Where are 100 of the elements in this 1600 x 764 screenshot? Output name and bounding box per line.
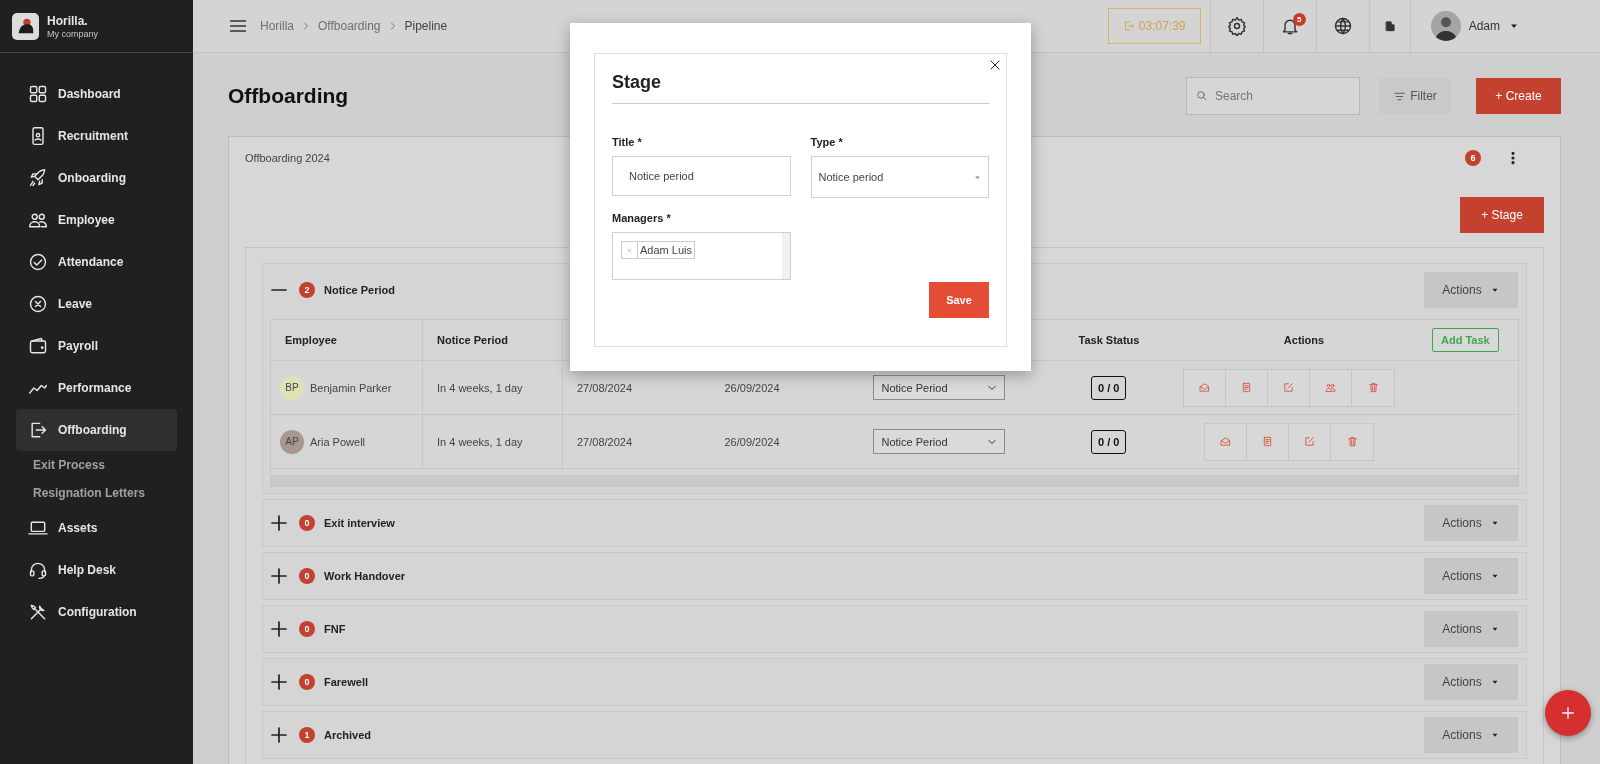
table-cell: 26/09/2024 xyxy=(710,414,859,469)
exit-icon xyxy=(1122,20,1135,32)
modal-title: Stage xyxy=(612,68,989,104)
avatar: BP xyxy=(280,375,304,400)
add-button[interactable] xyxy=(1545,690,1591,736)
tag-label: Adam Luis xyxy=(639,243,693,258)
plus-icon xyxy=(271,568,287,584)
plus-icon xyxy=(271,515,287,531)
edit-icon xyxy=(1283,382,1294,393)
user-menu[interactable]: Adam xyxy=(1409,0,1600,52)
stage-name: FNF xyxy=(324,623,347,635)
avatar: AP xyxy=(280,429,304,454)
sidebar-item[interactable]: Onboarding xyxy=(16,157,177,199)
envelope-icon xyxy=(1220,436,1231,447)
stage-select[interactable]: Notice Period xyxy=(872,375,1005,400)
stage-name: Archived xyxy=(324,729,373,741)
sidebar-item[interactable]: Payroll xyxy=(16,325,177,367)
count-badge: 2 xyxy=(299,281,315,298)
save-button[interactable]: Save xyxy=(929,282,989,318)
count-badge: 1 xyxy=(299,727,315,743)
globe-icon xyxy=(1332,16,1353,36)
filter-button[interactable]: Filter xyxy=(1379,78,1451,114)
company-name: My company xyxy=(47,28,99,39)
count-badge: 6 xyxy=(1465,150,1481,166)
table-cell: In 4 weeks, 1 day xyxy=(422,414,563,469)
toggle-button[interactable] xyxy=(271,727,287,743)
tools-icon xyxy=(28,602,48,622)
task-status: 0 / 0 xyxy=(1091,429,1127,454)
wallet-icon xyxy=(28,336,48,356)
plus-icon xyxy=(271,621,287,637)
trash-icon xyxy=(1346,436,1358,447)
count-badge: 0 xyxy=(299,674,315,690)
column-header: Notice Period xyxy=(422,320,563,361)
plus-icon xyxy=(271,674,287,690)
stage-select[interactable]: Notice Period xyxy=(872,429,1005,454)
field-label: Type * xyxy=(810,136,844,148)
close-button[interactable] xyxy=(988,58,1002,72)
close-icon xyxy=(988,58,1002,72)
sidebar-item[interactable]: Performance xyxy=(16,367,177,409)
column-header: Employee xyxy=(271,320,423,361)
sidebar-item[interactable]: Employee xyxy=(16,199,177,241)
exit-icon xyxy=(28,420,48,440)
brand-name: Horilla. xyxy=(47,13,89,28)
sidebar-item[interactable]: Leave xyxy=(16,283,177,325)
document-icon xyxy=(1241,382,1252,393)
plus-icon xyxy=(271,727,287,743)
managers-field[interactable]: Adam Luis xyxy=(612,232,791,280)
type-select[interactable]: Notice period xyxy=(810,156,989,198)
rocket-icon xyxy=(28,168,48,188)
stage-name: Work Handover xyxy=(324,570,407,582)
toggle-button[interactable] xyxy=(271,568,287,584)
actions-button[interactable]: Actions xyxy=(1424,271,1518,308)
create-button[interactable]: + Create xyxy=(1476,78,1561,114)
sidebar-item[interactable]: Configuration xyxy=(16,591,177,633)
toggle-button[interactable] xyxy=(271,621,287,637)
actions-button[interactable]: Actions xyxy=(1424,664,1518,700)
sidebar-item[interactable]: Help Desk xyxy=(16,549,177,591)
count-badge: 0 xyxy=(299,621,315,637)
sidebar-item[interactable]: Recruitment xyxy=(16,115,177,157)
breadcrumb-link[interactable]: Pipeline xyxy=(404,19,448,33)
people-icon xyxy=(1325,382,1336,393)
add-stage-button[interactable]: + Stage xyxy=(1460,197,1544,233)
actions-button[interactable]: Actions xyxy=(1424,611,1518,647)
count-badge: 0 xyxy=(299,568,315,584)
breadcrumb-link[interactable]: Offboarding xyxy=(318,19,381,33)
sidebar-item[interactable]: Assets xyxy=(16,507,177,549)
sidebar-item[interactable]: Offboarding xyxy=(16,409,177,451)
page-title: Offboarding xyxy=(228,84,349,108)
stage-name: Farewell xyxy=(324,676,370,688)
field-label: Title * xyxy=(612,136,643,148)
text-field[interactable]: Notice period xyxy=(612,156,791,196)
edit-icon xyxy=(1304,436,1315,447)
laptop-icon xyxy=(28,518,48,538)
sidebar-item[interactable]: Attendance xyxy=(16,241,177,283)
employee-name: Aria Powell xyxy=(310,435,366,448)
submenu-item[interactable]: Exit Process xyxy=(16,451,106,479)
envelope-icon xyxy=(1199,382,1210,393)
actions-button[interactable]: Actions xyxy=(1424,717,1518,753)
people-icon xyxy=(28,210,48,230)
sidebar-item[interactable]: Dashboard xyxy=(16,73,177,115)
actions-button[interactable]: Actions xyxy=(1424,505,1518,541)
toggle-button[interactable] xyxy=(271,674,287,690)
cross-circle-icon xyxy=(28,294,48,314)
actions-button[interactable]: Actions xyxy=(1424,558,1518,594)
search-field[interactable]: Search xyxy=(1186,77,1360,115)
document-icon xyxy=(1262,436,1273,447)
task-status: 0 / 0 xyxy=(1091,375,1127,400)
check-circle-icon xyxy=(28,252,48,272)
column-header: Actions xyxy=(1190,320,1418,361)
notification-badge: 5 xyxy=(1292,13,1306,26)
table-cell: In 4 weeks, 1 day xyxy=(422,360,563,415)
trash-icon xyxy=(1367,382,1379,393)
minus-icon xyxy=(271,288,287,291)
plus-icon xyxy=(1559,704,1577,722)
close-icon xyxy=(626,246,633,254)
submenu-item[interactable]: Resignation Letters xyxy=(16,479,146,507)
table-cell: 27/08/2024 xyxy=(562,414,711,469)
employee-name: Benjamin Parker xyxy=(310,381,392,394)
toggle-button[interactable] xyxy=(271,288,287,291)
toggle-button[interactable] xyxy=(271,515,287,531)
